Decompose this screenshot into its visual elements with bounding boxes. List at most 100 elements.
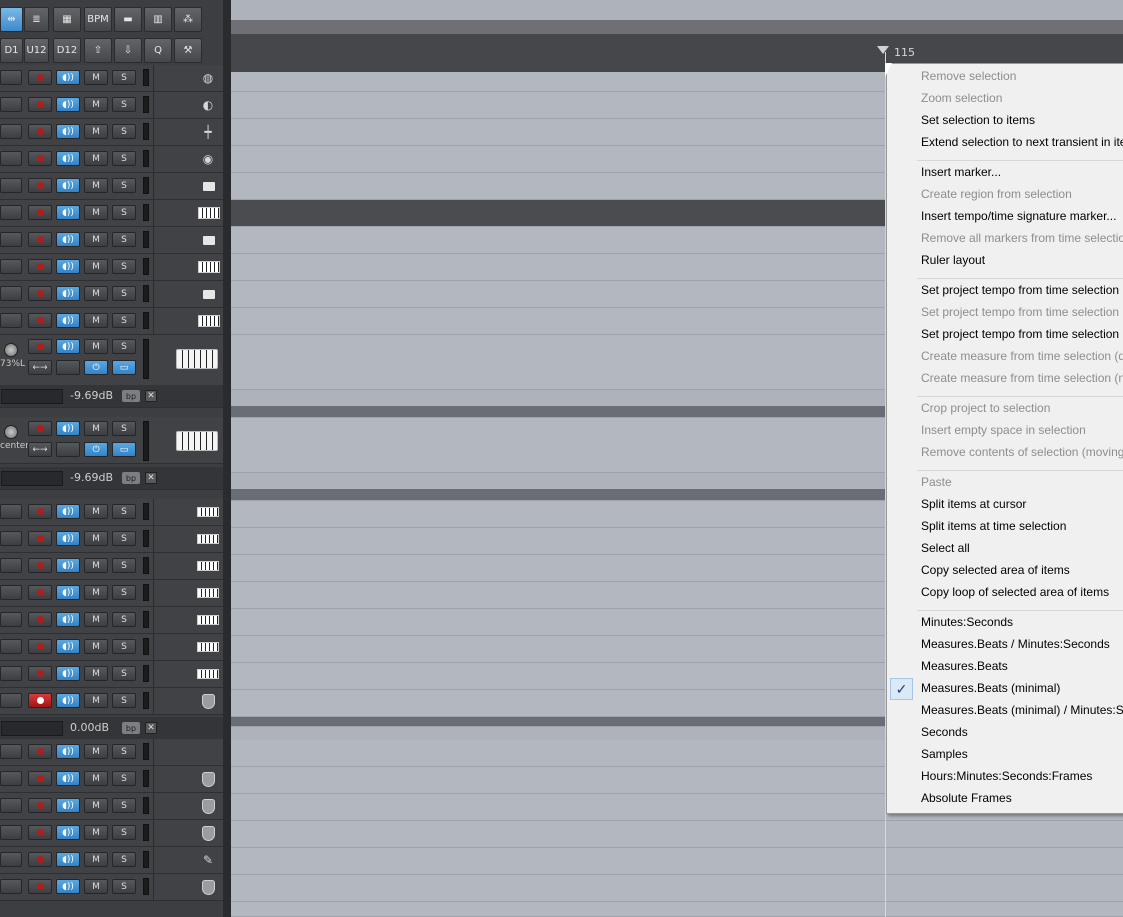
track-row[interactable]: ◖)) M S — [0, 661, 223, 688]
solo-button[interactable]: S — [112, 798, 136, 813]
move-down-button[interactable]: ⇩ — [114, 38, 142, 63]
monitor-button[interactable]: ◖)) — [56, 421, 80, 436]
automation-button[interactable] — [0, 504, 22, 519]
menu-item[interactable]: Extend selection to next transient in it… — [921, 135, 1123, 149]
monitor-button[interactable]: ◖)) — [56, 339, 80, 354]
automation-button[interactable] — [0, 771, 22, 786]
automation-button[interactable] — [0, 879, 22, 894]
mute-button[interactable]: M — [84, 612, 108, 627]
track-row[interactable]: ◖)) M S ◍ — [0, 65, 223, 92]
monitor-button[interactable]: ◖)) — [56, 504, 80, 519]
track-lane[interactable] — [231, 821, 1123, 848]
solo-button[interactable]: S — [112, 259, 136, 274]
monitor-button[interactable]: ◖)) — [56, 612, 80, 627]
menu-item[interactable]: Copy selected area of items — [921, 563, 1070, 577]
menu-item[interactable]: Split items at time selection — [921, 519, 1066, 533]
power-button[interactable]: ⏻ — [84, 442, 108, 457]
instrument-track-row[interactable]: center ◖)) M S ←→ ⏻ ▭ — [0, 417, 223, 464]
automation-button[interactable] — [56, 360, 80, 375]
close-icon[interactable]: ✕ — [145, 722, 157, 734]
snap-button[interactable]: ⁂ — [174, 7, 202, 32]
menu-item[interactable]: Set project tempo from time selection — [921, 283, 1119, 297]
solo-button[interactable]: S — [112, 286, 136, 301]
track-row[interactable]: ◖)) M S — [0, 766, 223, 793]
solo-button[interactable]: S — [112, 205, 136, 220]
solo-button[interactable]: S — [112, 852, 136, 867]
automation-button[interactable] — [0, 97, 22, 112]
menu-item[interactable]: Set selection to items — [921, 113, 1035, 127]
automation-button[interactable] — [0, 612, 22, 627]
solo-button[interactable]: S — [112, 178, 136, 193]
mute-button[interactable]: M — [84, 178, 108, 193]
monitor-button[interactable]: ◖)) — [56, 70, 80, 85]
record-arm-button[interactable] — [28, 639, 52, 654]
mute-button[interactable]: M — [84, 771, 108, 786]
monitor-button[interactable]: ◖)) — [56, 744, 80, 759]
mute-button[interactable]: M — [84, 825, 108, 840]
folder-button[interactable]: ▬ — [114, 7, 142, 32]
automation-button[interactable] — [0, 259, 22, 274]
solo-button[interactable]: S — [112, 531, 136, 546]
monitor-button[interactable]: ◖)) — [56, 558, 80, 573]
automation-button[interactable] — [0, 232, 22, 247]
record-arm-button[interactable] — [28, 232, 52, 247]
track-row[interactable]: ◖)) M S — [0, 688, 223, 715]
record-arm-button[interactable] — [28, 693, 52, 708]
mute-button[interactable]: M — [84, 205, 108, 220]
monitor-button[interactable]: ◖)) — [56, 825, 80, 840]
solo-button[interactable]: S — [112, 585, 136, 600]
solo-button[interactable]: S — [112, 771, 136, 786]
automation-button[interactable] — [0, 286, 22, 301]
d1-button[interactable]: D1 — [0, 38, 23, 63]
record-arm-button[interactable] — [28, 178, 52, 193]
close-icon[interactable]: ✕ — [145, 472, 157, 484]
solo-button[interactable]: S — [112, 504, 136, 519]
loop-button[interactable]: ▭ — [112, 360, 136, 375]
record-arm-button[interactable] — [28, 825, 52, 840]
loop-button[interactable]: ▭ — [112, 442, 136, 457]
routing-button[interactable]: ←→ — [28, 360, 52, 375]
track-row[interactable]: ◖)) M S — [0, 173, 223, 200]
bypass-button[interactable]: bp — [122, 722, 140, 734]
record-arm-button[interactable] — [28, 313, 52, 328]
menu-item[interactable]: Split items at cursor — [921, 497, 1026, 511]
solo-button[interactable]: S — [112, 124, 136, 139]
mute-button[interactable]: M — [84, 70, 108, 85]
track-lane[interactable] — [231, 875, 1123, 902]
automation-button[interactable] — [0, 852, 22, 867]
power-button[interactable]: ⏻ — [84, 360, 108, 375]
track-row[interactable]: ◖)) M S — [0, 874, 223, 901]
solo-button[interactable]: S — [112, 232, 136, 247]
automation-button[interactable] — [0, 666, 22, 681]
automation-button[interactable] — [0, 531, 22, 546]
grid-button[interactable]: ▥ — [144, 7, 172, 32]
monitor-button[interactable]: ◖)) — [56, 259, 80, 274]
mute-button[interactable]: M — [84, 421, 108, 436]
track-row[interactable]: ◖)) M S — [0, 499, 223, 526]
mute-button[interactable]: M — [84, 639, 108, 654]
solo-button[interactable]: S — [112, 421, 136, 436]
routing-button[interactable]: ←→ — [28, 442, 52, 457]
monitor-button[interactable]: ◖)) — [56, 124, 80, 139]
track-row[interactable]: ◖)) M S ◉ — [0, 146, 223, 173]
mute-button[interactable]: M — [84, 97, 108, 112]
monitor-button[interactable]: ◖)) — [56, 585, 80, 600]
monitor-button[interactable]: ◖)) — [56, 531, 80, 546]
automation-button[interactable] — [0, 151, 22, 166]
mute-button[interactable]: M — [84, 693, 108, 708]
record-arm-button[interactable] — [28, 259, 52, 274]
monitor-button[interactable]: ◖)) — [56, 151, 80, 166]
solo-button[interactable]: S — [112, 693, 136, 708]
monitor-button[interactable]: ◖)) — [56, 798, 80, 813]
mute-button[interactable]: M — [84, 798, 108, 813]
automation-button[interactable] — [0, 124, 22, 139]
track-row[interactable]: ◖)) M S — [0, 820, 223, 847]
u12-button[interactable]: U12 — [24, 38, 49, 63]
mute-button[interactable]: M — [84, 879, 108, 894]
track-row[interactable]: ◖)) M S ┿ — [0, 119, 223, 146]
colors-button[interactable]: ▦ — [53, 7, 81, 32]
monitor-button[interactable]: ◖)) — [56, 205, 80, 220]
track-row[interactable]: ◖)) M S — [0, 200, 223, 227]
record-arm-button[interactable] — [28, 798, 52, 813]
automation-button[interactable] — [0, 825, 22, 840]
